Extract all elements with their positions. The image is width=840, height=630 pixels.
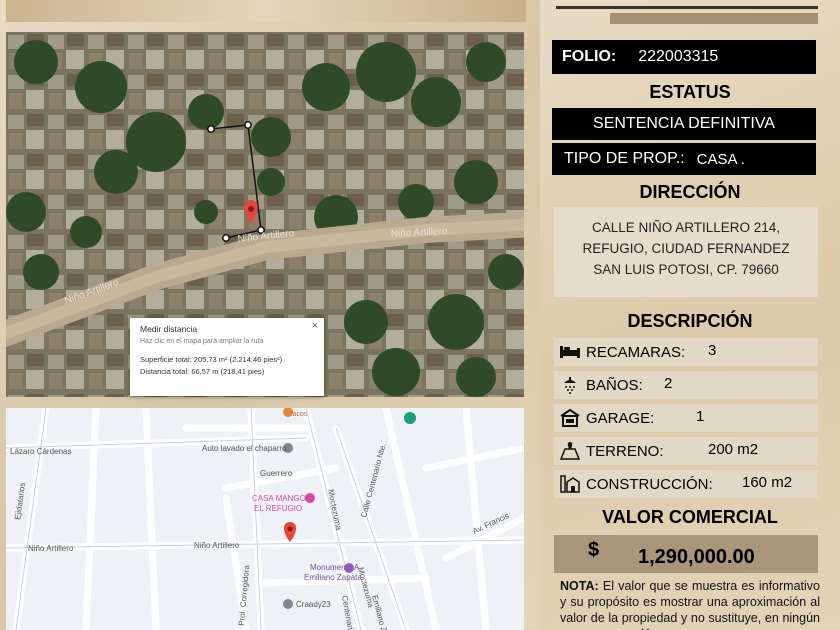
price-box: $ 1,290,000.00 <box>554 535 818 573</box>
measure-subtitle: Haz clic en el mapa para ampliar la ruta <box>140 338 264 345</box>
terreno-label: TERRENO: <box>586 442 664 460</box>
tipo-label: TIPO DE PROP.: <box>564 150 685 167</box>
recamaras-value: 3 <box>708 342 717 359</box>
place-marker-icon[interactable] <box>404 412 416 424</box>
address-line-2: REFUGIO, CIUDAD FERNANDEZ <box>582 241 790 256</box>
address-box: CALLE NIÑO ARTILLERO 214, REFUGIO, CIUDA… <box>554 207 818 297</box>
measure-area: Superficie total: 205,73 m² (2.214,46 pi… <box>140 355 283 364</box>
shower-icon <box>558 374 582 396</box>
terreno-row: TERRENO: 200 m2 <box>554 437 818 465</box>
garage-label: GARAGE: <box>586 409 655 427</box>
info-panel: FOLIO: 222003315 ESTATUS SENTENCIA DEFIN… <box>540 0 840 630</box>
store-icon[interactable] <box>283 599 293 609</box>
estatus-bar: SENTENCIA DEFINITIVA <box>552 108 816 140</box>
map-street-label: Guerrero <box>260 469 293 478</box>
decorative-bar <box>610 13 818 24</box>
disclaimer-note: NOTA: El valor que se muestra es informa… <box>560 578 820 630</box>
left-panel: Niño Artillero Niño Artillero Niño Artil… <box>0 0 540 630</box>
map-poi-label: Auto lavado el chaparro <box>202 444 287 453</box>
note-label: NOTA: <box>560 579 599 593</box>
map-poi-label: Monumento A <box>310 563 360 572</box>
price-amount: 1,290,000.00 <box>638 546 755 568</box>
address-line-3: SAN LUIS POTOSI, CP. 79660 <box>593 262 779 277</box>
map-poi-label: Emiliano Zapata <box>304 573 362 582</box>
banos-label: BAÑOS: <box>586 376 643 394</box>
map-poi-label: Tacos <box>289 411 308 418</box>
banos-row: BAÑOS: 2 <box>554 371 818 399</box>
hotel-icon[interactable] <box>305 493 315 503</box>
folio-bar: FOLIO: 222003315 <box>552 40 816 74</box>
estatus-heading: ESTATUS <box>649 82 731 102</box>
street-map[interactable]: Lázaro Cárdenas Auto lavado el chaparro … <box>6 408 524 630</box>
garage-value: 1 <box>696 408 705 425</box>
map-poi-label: CASA MANGO <box>252 494 306 503</box>
recamaras-row: RECAMARAS: 3 <box>554 338 818 366</box>
map-street-label: Niño Artillero <box>194 541 240 550</box>
recamaras-label: RECAMARAS: <box>586 343 686 361</box>
building-icon <box>558 473 582 495</box>
tipo-value: CASA . <box>696 150 745 168</box>
measure-title: Medir distancia <box>140 324 198 334</box>
top-satellite-strip <box>6 0 526 22</box>
descripcion-heading: DESCRIPCIÓN <box>627 311 753 331</box>
measure-distance-popup: × Medir distancia Haz clic en el mapa pa… <box>130 318 324 396</box>
direccion-heading: DIRECCIÓN <box>639 182 741 202</box>
terreno-value: 200 m2 <box>708 441 759 458</box>
land-icon <box>558 440 582 462</box>
map-street-label: Niño Artillero <box>28 544 74 553</box>
map-street-label: Lázaro Cárdenas <box>10 447 71 456</box>
banos-value: 2 <box>664 375 673 392</box>
currency-symbol: $ <box>588 539 600 561</box>
estatus-value: SENTENCIA DEFINITIVA <box>593 115 775 132</box>
measure-distance: Distancia total: 66,57 m (218,41 pies) <box>140 367 265 376</box>
address-line-1: CALLE NIÑO ARTILLERO 214, <box>591 220 781 235</box>
map-poi-label: EL REFUGIO <box>254 504 302 513</box>
garage-row: GARAGE: 1 <box>554 404 818 432</box>
street-map-graphic: Lázaro Cárdenas Auto lavado el chaparro … <box>6 408 524 630</box>
map-poi-label: Craady23 <box>296 600 331 609</box>
folio-label: FOLIO: <box>562 48 617 65</box>
tipo-bar: TIPO DE PROP.: CASA . <box>552 143 816 175</box>
valor-heading: VALOR COMERCIAL <box>602 507 778 527</box>
construccion-value: 160 m2 <box>742 474 793 491</box>
garage-icon <box>558 407 582 429</box>
construccion-label: CONSTRUCCIÓN: <box>586 475 713 493</box>
construccion-row: CONSTRUCCIÓN: 160 m2 <box>554 470 818 498</box>
note-text: El valor que se muestra es informativo y… <box>560 579 820 630</box>
bed-icon <box>558 341 582 363</box>
decorative-line <box>556 6 818 9</box>
folio-value: 222003315 <box>638 48 719 65</box>
close-icon[interactable]: × <box>312 320 318 332</box>
